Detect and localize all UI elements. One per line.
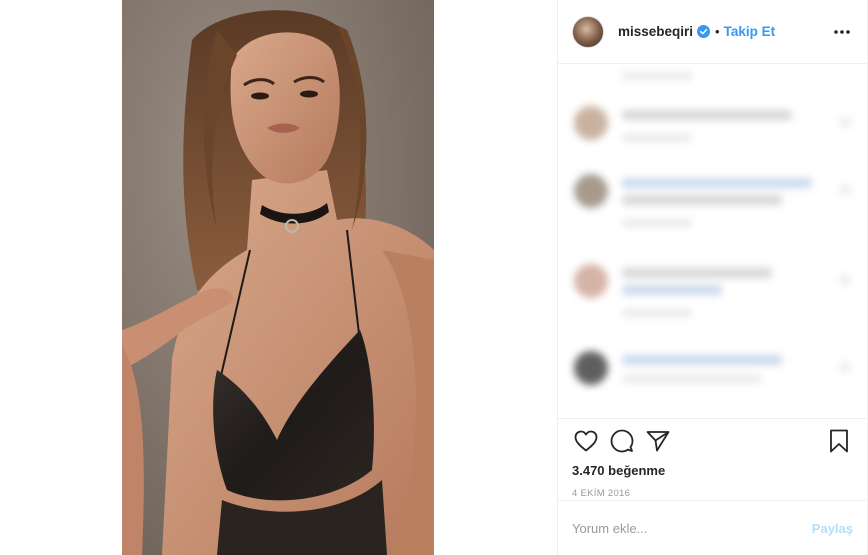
list-item bbox=[558, 106, 867, 149]
post-date[interactable]: 4 EKİM 2016 bbox=[572, 488, 853, 499]
comments-list[interactable] bbox=[558, 64, 867, 418]
separator-dot: • bbox=[715, 24, 720, 39]
avatar[interactable] bbox=[572, 15, 604, 48]
list-item bbox=[558, 264, 867, 324]
list-item bbox=[558, 351, 867, 390]
media-area bbox=[0, 0, 557, 555]
comment-icon[interactable] bbox=[608, 427, 636, 455]
post-comment-button[interactable]: Paylaş bbox=[812, 521, 853, 536]
list-item bbox=[558, 72, 867, 87]
comment-input[interactable] bbox=[572, 520, 812, 536]
post-photo[interactable] bbox=[122, 0, 434, 555]
username-link[interactable]: missebeqiri bbox=[618, 24, 693, 39]
photo-illustration bbox=[122, 0, 434, 555]
heart-icon[interactable] bbox=[572, 427, 600, 455]
likes-count[interactable]: 3.470 beğenme bbox=[572, 463, 853, 478]
action-icons-row bbox=[572, 427, 853, 455]
post-header: missebeqiri • Takip Et bbox=[558, 0, 867, 64]
verified-badge-icon bbox=[697, 25, 711, 38]
follow-button[interactable]: Takip Et bbox=[724, 24, 776, 39]
bookmark-icon[interactable] bbox=[825, 427, 853, 455]
more-options-icon[interactable] bbox=[831, 21, 853, 43]
list-item bbox=[558, 174, 867, 234]
add-comment-bar: Paylaş bbox=[558, 500, 867, 555]
paper-plane-icon[interactable] bbox=[644, 427, 672, 455]
post-side-panel: missebeqiri • Takip Et 3.470 beğenme 4 E… bbox=[557, 0, 868, 555]
